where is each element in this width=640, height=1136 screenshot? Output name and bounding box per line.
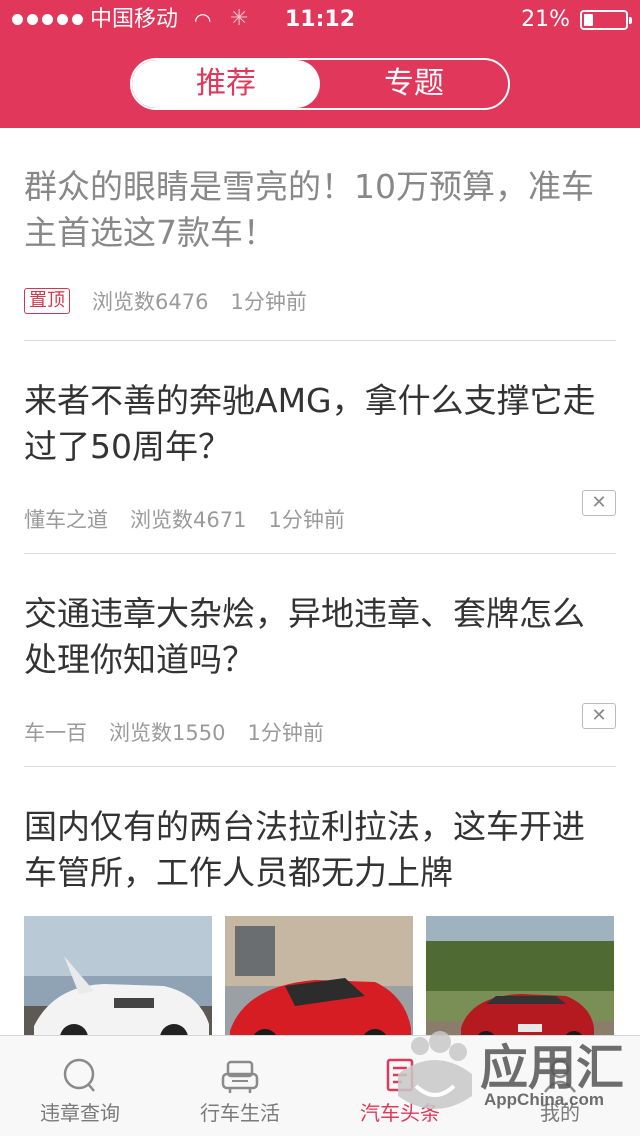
watermark-text: 应用汇 — [480, 1040, 625, 1096]
article-source: 车一百 — [24, 721, 87, 745]
publish-time: 1分钟前 — [230, 290, 307, 314]
view-count: 浏览数1550 — [109, 721, 226, 745]
list-item[interactable]: 国内仅有的两台法拉利拉法，这车开进车管所，工作人员都无力上牌 — [0, 804, 640, 1036]
dismiss-button[interactable]: ✕ — [582, 490, 616, 516]
divider — [24, 553, 616, 554]
tab-label: 行车生活 — [200, 1101, 280, 1125]
view-count: 浏览数6476 — [92, 290, 209, 314]
list-item[interactable]: 群众的眼睛是雪亮的！10万预算，准车主首选这7款车！ 置顶 浏览数6476 1分… — [0, 164, 640, 316]
search-icon — [63, 1058, 95, 1092]
battery-icon — [580, 10, 632, 30]
segmented-control: 推荐 专题 — [130, 58, 510, 110]
divider — [24, 340, 616, 341]
battery-percent: 21% — [521, 7, 570, 32]
thumbnail-image[interactable] — [426, 916, 614, 1036]
view-count: 浏览数4671 — [130, 508, 247, 532]
dismiss-button[interactable]: ✕ — [582, 703, 616, 729]
appchina-logo-icon — [398, 1031, 472, 1109]
article-meta: 置顶 浏览数6476 1分钟前 — [24, 286, 616, 316]
article-source: 懂车之道 — [24, 508, 108, 532]
publish-time: 1分钟前 — [268, 508, 345, 532]
thumbnail-image[interactable] — [225, 916, 413, 1036]
article-thumbnails — [24, 916, 616, 1036]
article-meta: 车一百 浏览数1550 1分钟前 — [24, 717, 616, 747]
tab-label: 违章查询 — [40, 1101, 120, 1125]
thumbnail-image[interactable] — [24, 916, 212, 1036]
header: 中国移动 ◠ ✳ 11:12 21% 推荐 专题 — [0, 0, 640, 128]
list-item[interactable]: 来者不善的奔驰AMG，拿什么支撑它走过了50周年？ 懂车之道 浏览数4671 1… — [0, 378, 640, 534]
article-title: 来者不善的奔驰AMG，拿什么支撑它走过了50周年？ — [24, 381, 596, 466]
article-title: 群众的眼睛是雪亮的！10万预算，准车主首选这7款车！ — [24, 167, 594, 252]
pinned-badge: 置顶 — [24, 288, 70, 314]
tab-driving-life[interactable]: 行车生活 — [160, 1036, 320, 1136]
news-feed[interactable]: 群众的眼睛是雪亮的！10万预算，准车主首选这7款车！ 置顶 浏览数6476 1分… — [0, 128, 640, 1036]
divider — [24, 766, 616, 767]
article-title: 国内仅有的两台法拉利拉法，这车开进车管所，工作人员都无力上牌 — [24, 807, 585, 892]
tab-violation-query[interactable]: 违章查询 — [0, 1036, 160, 1136]
tab-topics[interactable]: 专题 — [320, 60, 508, 108]
publish-time: 1分钟前 — [247, 721, 324, 745]
list-item[interactable]: 交通违章大杂烩，异地违章、套牌怎么处理你知道吗？ 车一百 浏览数1550 1分钟… — [0, 591, 640, 747]
tab-recommended[interactable]: 推荐 — [132, 60, 320, 108]
article-meta: 懂车之道 浏览数4671 1分钟前 — [24, 504, 616, 534]
status-bar: 中国移动 ◠ ✳ 11:12 21% — [0, 0, 640, 40]
car-icon — [221, 1060, 259, 1093]
watermark-url: AppChina.com — [484, 1090, 604, 1109]
appchina-watermark: 应用汇 AppChina.com — [390, 1026, 630, 1126]
article-title: 交通违章大杂烩，异地违章、套牌怎么处理你知道吗？ — [24, 594, 585, 679]
